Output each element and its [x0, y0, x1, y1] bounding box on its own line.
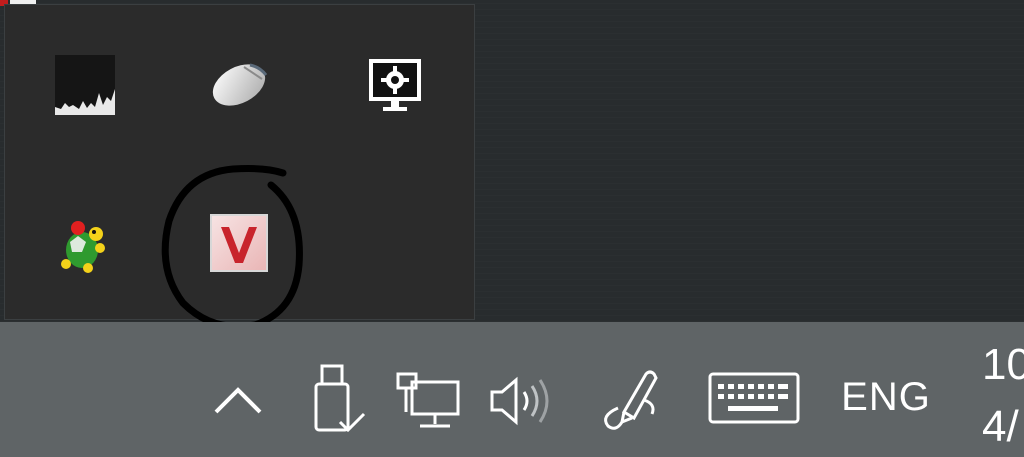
touch-keyboard-button[interactable]: [704, 368, 804, 428]
network-icon: [396, 372, 460, 428]
network-button[interactable]: [388, 366, 468, 436]
mouse-icon: [212, 63, 268, 106]
tray-item-turtle[interactable]: [45, 205, 125, 285]
keyboard-icon: [708, 372, 800, 424]
clock-date: 4/: [982, 402, 1019, 451]
safely-remove-hardware-button[interactable]: [302, 362, 372, 438]
show-hidden-icons-button[interactable]: [208, 370, 268, 430]
tray-item-display-settings[interactable]: [355, 45, 435, 125]
tray-item-mouse[interactable]: [199, 45, 279, 125]
tray-item-performance[interactable]: [45, 45, 125, 125]
volume-button[interactable]: [480, 366, 560, 436]
usb-drive-icon: [314, 364, 366, 433]
display-settings-icon: [369, 59, 421, 111]
input-language-button[interactable]: ENG: [836, 372, 936, 422]
clock-button[interactable]: 10 4/: [982, 334, 1024, 457]
windows-ink-button[interactable]: [592, 362, 668, 438]
chevron-up-icon: [214, 387, 262, 414]
turtle-game-icon: [61, 221, 105, 273]
performance-graph-icon: [55, 55, 115, 115]
hidden-icons-flyout: [4, 4, 475, 331]
tray-item-v-app[interactable]: [199, 203, 279, 283]
speaker-volume-icon: [490, 376, 549, 426]
pen-icon: [604, 370, 658, 430]
clock-time: 10: [982, 340, 1024, 389]
v-app-icon: [210, 214, 268, 272]
